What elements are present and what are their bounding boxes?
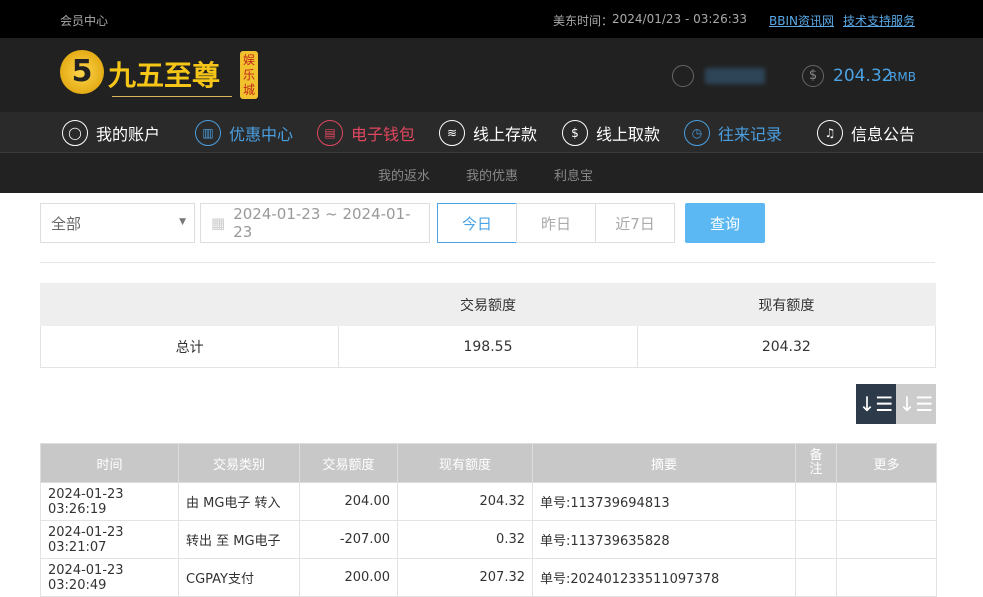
record-icon: ◷ <box>684 119 710 146</box>
bbin-news-link[interactable]: BBIN资讯网 <box>769 12 834 29</box>
cell-type: 转出 至 MG电子 <box>178 520 300 559</box>
header: 5 九五至尊 娱乐城 $ 204.32 RMB <box>0 38 983 112</box>
summary-total-label: 总计 <box>39 325 340 368</box>
subnav-rebate[interactable]: 我的返水 <box>378 165 430 184</box>
col-summary: 摘要 <box>532 443 796 483</box>
cell-amount: 200.00 <box>299 558 398 597</box>
nav-my-account[interactable]: ◯ 我的账户 <box>62 112 160 153</box>
cell-time: 2024-01-23 03:21:07 <box>40 520 179 559</box>
nav-label: 电子钱包 <box>351 124 416 144</box>
main-nav: ◯ 我的账户 ▥ 优惠中心 ▤ 电子钱包 ≋ 线上存款 $ 线上取款 ◷ 往来记录 ♫ 信息公… <box>0 112 983 153</box>
nav-announcements[interactable]: ♫ 信息公告 <box>817 112 915 153</box>
deposit-icon: ≋ <box>439 119 465 146</box>
cell-amount: -207.00 <box>299 520 398 559</box>
subnav-my-promotions[interactable]: 我的优惠 <box>466 165 518 184</box>
table-row: 2024-01-23 03:21:07 转出 至 MG电子 -207.00 0.32 单… <box>40 520 937 559</box>
user-icon: ◯ <box>62 119 88 146</box>
member-center-title: 会员中心 <box>60 14 109 28</box>
cell-remark <box>795 558 837 597</box>
nav-transaction-records[interactable]: ◷ 往来记录 <box>684 112 782 153</box>
cell-summary: 单号:202401233511097378 <box>532 558 796 597</box>
nav-promotions[interactable]: ▥ 优惠中心 <box>195 112 293 153</box>
gift-icon: ▥ <box>195 119 221 146</box>
balance-amount: 204.32 <box>833 66 893 86</box>
subnav-interest[interactable]: 利息宝 <box>554 165 593 184</box>
logo-text: 九五至尊 <box>108 59 221 92</box>
summary-header <box>39 283 340 326</box>
chevron-down-icon: ▼ <box>179 217 186 227</box>
cell-balance: 0.32 <box>397 520 533 559</box>
balance-currency: RMB <box>889 70 916 84</box>
col-remark: 备注 <box>795 443 837 483</box>
cell-amount: 204.00 <box>299 482 398 521</box>
col-amount: 交易额度 <box>299 443 398 483</box>
nav-online-deposit[interactable]: ≋ 线上存款 <box>439 112 537 153</box>
col-balance: 现有额度 <box>397 443 533 483</box>
summary-transaction-amount: 198.55 <box>338 325 638 368</box>
nav-e-wallet[interactable]: ▤ 电子钱包 <box>317 112 415 153</box>
summary-header: 交易额度 <box>338 283 638 326</box>
summary-header: 现有额度 <box>636 283 937 326</box>
logo-badge: 娱乐城 <box>240 51 258 99</box>
cell-more <box>836 482 937 521</box>
nav-label: 优惠中心 <box>229 124 294 144</box>
tech-support-link[interactable]: 技术支持服务 <box>843 12 915 29</box>
calendar-icon: ▦ <box>211 214 226 232</box>
sub-nav: 我的返水 我的优惠 利息宝 <box>0 153 983 193</box>
username-blurred <box>705 68 765 84</box>
cell-summary: 单号:113739694813 <box>532 482 796 521</box>
query-button[interactable]: 查询 <box>685 203 765 243</box>
cell-more <box>836 520 937 559</box>
withdraw-icon: $ <box>562 119 588 146</box>
table-row: 2024-01-23 03:26:19 由 MG电子 转入 204.00 204.32… <box>40 482 937 521</box>
logo-ornament <box>112 96 232 97</box>
cell-time: 2024-01-23 03:26:19 <box>40 482 179 521</box>
divider <box>40 262 935 263</box>
date-range-value: 2024-01-23 ~ 2024-01-23 <box>233 205 411 241</box>
nav-label: 往来记录 <box>718 124 783 144</box>
cell-summary: 单号:113739635828 <box>532 520 796 559</box>
today-button[interactable]: 今日 <box>437 203 517 243</box>
last-7-days-button[interactable]: 近7日 <box>595 203 675 243</box>
bell-icon: ♫ <box>817 119 843 146</box>
yesterday-button[interactable]: 昨日 <box>516 203 596 243</box>
summary-current-balance: 204.32 <box>636 325 937 368</box>
nav-online-withdraw[interactable]: $ 线上取款 <box>562 112 660 153</box>
cell-balance: 204.32 <box>397 482 533 521</box>
sort-asc-icon[interactable]: ↓☰ <box>896 384 936 424</box>
logo-icon: 5 <box>60 50 104 94</box>
nav-label: 线上存款 <box>473 124 538 144</box>
top-bar: 会员中心 美东时间： 2024/01/23 - 03:26:33 BBIN资讯网… <box>0 0 983 38</box>
type-select[interactable]: 全部 ▼ <box>40 203 195 243</box>
wallet-icon: ▤ <box>317 119 343 146</box>
col-time: 时间 <box>40 443 179 483</box>
nav-label: 线上取款 <box>596 124 661 144</box>
time-label: 美东时间： <box>553 14 614 28</box>
cell-time: 2024-01-23 03:20:49 <box>40 558 179 597</box>
cell-balance: 207.32 <box>397 558 533 597</box>
user-icon <box>672 65 694 87</box>
dollar-icon: $ <box>802 65 824 87</box>
summary-table: 交易额度 现有额度 总计 198.55 204.32 <box>39 283 937 368</box>
col-type: 交易类别 <box>178 443 300 483</box>
cell-more <box>836 558 937 597</box>
records-table: 时间 交易类别 交易额度 现有额度 摘要 备注 更多 2024-01-23 03… <box>40 443 937 597</box>
nav-label: 我的账户 <box>96 124 161 144</box>
col-more: 更多 <box>836 443 937 483</box>
date-range-input[interactable]: ▦ 2024-01-23 ~ 2024-01-23 <box>200 203 430 243</box>
nav-label: 信息公告 <box>851 124 916 144</box>
type-select-value: 全部 <box>51 214 82 233</box>
table-row: 2024-01-23 03:20:49 CGPAY支付 200.00 207.32 单号… <box>40 558 937 597</box>
table-header-row: 时间 交易类别 交易额度 现有额度 摘要 备注 更多 <box>40 443 937 483</box>
cell-type: CGPAY支付 <box>178 558 300 597</box>
eastern-time: 2024/01/23 - 03:26:33 <box>612 12 748 26</box>
cell-remark <box>795 482 837 521</box>
cell-remark <box>795 520 837 559</box>
cell-type: 由 MG电子 转入 <box>178 482 300 521</box>
sort-desc-icon[interactable]: ↓☰ <box>856 384 896 424</box>
